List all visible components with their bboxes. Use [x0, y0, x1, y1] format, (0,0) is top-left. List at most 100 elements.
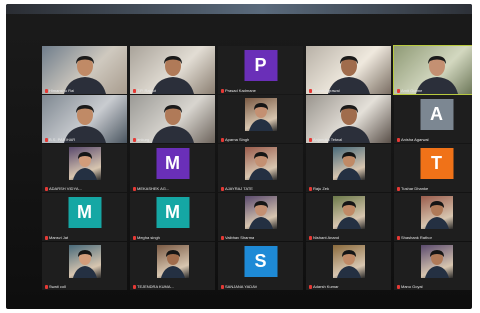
participant-name-label: B.S. PARIHAR: [49, 137, 76, 142]
person-silhouette-icon: [64, 56, 106, 94]
participant-name-label: Swati coll: [49, 284, 66, 289]
mic-muted-icon: [45, 284, 48, 289]
participant-name-label: Manu Goyal: [401, 284, 423, 289]
participant-tile[interactable]: M MEKASHEK AG...: [130, 144, 215, 192]
participant-tile[interactable]: Himanshu Rai: [42, 46, 127, 94]
participant-tile[interactable]: M Megha singh: [130, 193, 215, 241]
profile-photo: [68, 147, 101, 180]
participant-name-label: Anisha Agarwal: [401, 137, 429, 142]
participant-name-label: Anush Agrawal: [313, 88, 340, 93]
avatar-letter: M: [156, 148, 189, 179]
participant-name: Raju Zek: [309, 186, 329, 191]
participant-name-label: Prasad Kadmane: [225, 88, 256, 93]
mic-muted-icon: [397, 137, 400, 142]
mic-muted-icon: [397, 186, 400, 191]
participant-tile[interactable]: Aparna Singh: [218, 95, 303, 143]
participant-tile[interactable]: Shashank Rathor: [394, 193, 472, 241]
participant-tile[interactable]: Manu Goyal: [394, 242, 472, 290]
profile-photo: [420, 245, 453, 278]
participant-name-label: Nishant Anand: [313, 235, 340, 240]
participant-tile[interactable]: Nishant Anand: [306, 193, 391, 241]
person-silhouette-icon: [328, 105, 370, 143]
participant-tile[interactable]: Anjanuka Tetwal: [306, 95, 391, 143]
mic-muted-icon: [133, 137, 136, 142]
participant-name: Manu Goyal: [397, 284, 423, 289]
mic-muted-icon: [397, 284, 400, 289]
person-silhouette-icon: [160, 250, 185, 278]
profile-photo: [244, 196, 277, 229]
mic-muted-icon: [45, 235, 48, 240]
avatar-letter: P: [244, 50, 277, 81]
mic-muted-icon: [221, 88, 224, 93]
participant-name-label: MEKASHEK AG...: [137, 186, 170, 191]
participant-tile[interactable]: ankurg: [130, 95, 215, 143]
participant-name: T.P. Rajput: [133, 88, 156, 93]
participant-tile[interactable]: Adarsh Kumar: [306, 242, 391, 290]
participant-video: [130, 46, 215, 94]
participant-name-label: Vaibhav Sharma: [225, 235, 255, 240]
participant-tile[interactable]: AJAYRAJ TATE: [218, 144, 303, 192]
mic-muted-icon: [133, 284, 136, 289]
participant-tile[interactable]: M Mansvi Jat: [42, 193, 127, 241]
person-silhouette-icon: [416, 56, 458, 94]
participant-tile[interactable]: Swati coll: [42, 242, 127, 290]
avatar-letter: M: [156, 197, 189, 228]
participant-name: ankurg: [133, 137, 149, 142]
participant-tile[interactable]: T Tushar Dhanke: [394, 144, 472, 192]
mic-muted-icon: [221, 137, 224, 142]
participant-name-label: Aparna Singh: [225, 137, 250, 142]
mic-muted-icon: [309, 284, 312, 289]
participant-name: Prasad Kadmane: [221, 88, 256, 93]
profile-photo: [156, 245, 189, 278]
mic-muted-icon: [309, 88, 312, 93]
participant-video: [306, 95, 391, 143]
person-silhouette-icon: [424, 201, 449, 229]
avatar-letter: M: [68, 197, 101, 228]
participant-name-label: Tushar Dhanke: [401, 186, 429, 191]
participant-video: [394, 46, 472, 94]
video-conference-gallery: Himanshu Rai T.P. Rajput P Prasad Kadmane …: [6, 4, 472, 309]
profile-photo: [68, 245, 101, 278]
mic-muted-icon: [397, 88, 400, 93]
participant-tile[interactable]: B.S. PARIHAR: [42, 95, 127, 143]
participant-name: Shashank Rathor: [397, 235, 432, 240]
participant-name: MEKASHEK AG...: [133, 186, 169, 191]
participant-name-label: Amit Gurme: [401, 88, 423, 93]
person-silhouette-icon: [336, 152, 361, 180]
mic-muted-icon: [45, 186, 48, 191]
mic-muted-icon: [221, 284, 224, 289]
participant-tile[interactable]: P Prasad Kadmane: [218, 46, 303, 94]
participant-video: [42, 46, 127, 94]
avatar-letter: S: [244, 246, 277, 277]
profile-photo: [332, 147, 365, 180]
participant-tile[interactable]: A Anisha Agarwal: [394, 95, 472, 143]
participant-tile[interactable]: S SANJANA YADAV: [218, 242, 303, 290]
participant-name-label: Shashank Rathor: [401, 235, 432, 240]
participant-name: Vaibhav Sharma: [221, 235, 254, 240]
participant-tile[interactable]: Amit Gurme: [393, 45, 472, 95]
participant-video: [306, 46, 391, 94]
participant-tile[interactable]: Anush Agrawal: [306, 46, 391, 94]
participant-name: Tushar Dhanke: [397, 186, 428, 191]
participant-name-label: Megha singh: [137, 235, 160, 240]
mic-muted-icon: [309, 235, 312, 240]
participant-tile[interactable]: T.P. Rajput: [130, 46, 215, 94]
participant-name: Anush Agrawal: [309, 88, 340, 93]
participant-name: Aparna Singh: [221, 137, 249, 142]
participant-name: Adarsh Kumar: [309, 284, 339, 289]
participant-tile[interactable]: Raju Zek: [306, 144, 391, 192]
participant-name: Amit Gurme: [397, 88, 422, 93]
participant-name-label: Raju Zek: [313, 186, 330, 191]
mic-muted-icon: [133, 235, 136, 240]
person-silhouette-icon: [64, 105, 106, 143]
participant-name: SANJANA YADAV: [221, 284, 257, 289]
mic-muted-icon: [133, 186, 136, 191]
person-silhouette-icon: [152, 105, 194, 143]
profile-photo: [244, 147, 277, 180]
participant-tile[interactable]: TEJENDRA KUMA...: [130, 242, 215, 290]
participant-name: Himanshu Rai: [45, 88, 74, 93]
participant-tile[interactable]: ADARSH VIDYA...: [42, 144, 127, 192]
participant-name-label: SANJANA YADAV: [225, 284, 258, 289]
profile-photo: [332, 196, 365, 229]
participant-tile[interactable]: Vaibhav Sharma: [218, 193, 303, 241]
